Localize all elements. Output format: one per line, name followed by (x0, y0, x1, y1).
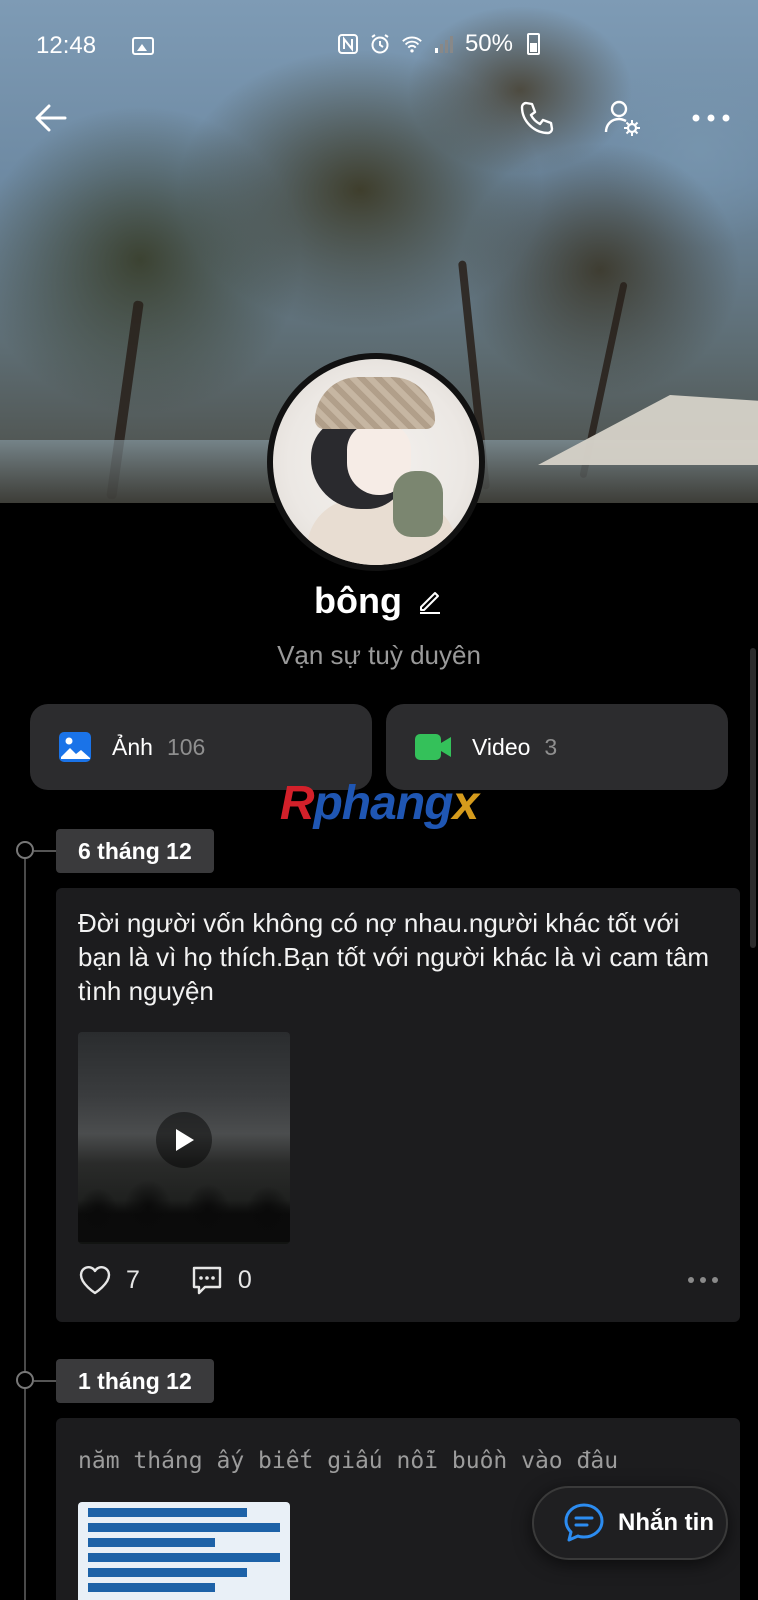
post-image-thumbnail[interactable] (78, 1502, 290, 1600)
comment-icon (192, 1266, 222, 1295)
message-button-label: Nhắn tin (618, 1509, 714, 1536)
back-button[interactable] (26, 93, 76, 143)
more-options-button[interactable] (686, 93, 736, 143)
timeline-dot (16, 1371, 34, 1389)
doc-text-line (88, 1568, 247, 1577)
post-card[interactable]: Đời người vốn không có nợ nhau.người khá… (56, 888, 740, 1322)
phone-icon (520, 101, 554, 135)
photos-label: Ảnh (112, 733, 153, 760)
wifi-icon (402, 36, 422, 53)
photos-card[interactable]: Ảnh 106 (30, 704, 372, 790)
post-actions: 7 0 (78, 1264, 718, 1296)
battery-percent: 50% (464, 30, 513, 57)
play-button[interactable] (156, 1112, 212, 1168)
doc-text-line (88, 1553, 280, 1562)
profile-name: bông (314, 580, 402, 621)
chat-bubble-icon (564, 1503, 604, 1542)
cover-umbrella (538, 395, 758, 465)
gallery-notification-icon (132, 37, 154, 55)
post-video-thumbnail[interactable] (78, 1032, 290, 1244)
profile-settings-button[interactable] (598, 93, 648, 143)
videos-count: 3 (544, 733, 558, 760)
message-button[interactable]: Nhắn tin (532, 1486, 728, 1560)
post-more-icon[interactable] (688, 1277, 718, 1283)
doc-text-line (88, 1538, 216, 1547)
status-icons: 50% (337, 30, 540, 58)
comment-count: 0 (237, 1265, 252, 1294)
profile-name-row: bông (0, 580, 758, 622)
back-arrow-icon (35, 104, 67, 132)
post-date-badge: 6 tháng 12 (56, 829, 214, 873)
edit-pencil-icon[interactable] (416, 587, 444, 615)
signal-icon (434, 36, 453, 53)
profile-bio: Vạn sự tuỳ duyên (277, 640, 481, 670)
avatar-illustration-cat (393, 471, 443, 537)
comment-button[interactable]: 0 (190, 1264, 252, 1296)
status-time: 12:48 (36, 32, 97, 59)
timeline-connector (34, 850, 56, 852)
avatar-image (273, 359, 479, 565)
like-count: 7 (126, 1265, 140, 1294)
battery-icon (527, 33, 540, 55)
profile-action-bar (0, 95, 758, 145)
call-button[interactable] (512, 93, 562, 143)
photos-count: 106 (166, 733, 206, 760)
scrollbar[interactable] (750, 648, 756, 948)
timeline-line (24, 850, 26, 1600)
user-settings-icon (604, 100, 640, 136)
avatar-illustration-hat (315, 377, 435, 429)
doc-text-line (88, 1583, 216, 1592)
videos-label: Video (472, 733, 531, 760)
videos-card[interactable]: Video 3 (386, 704, 728, 790)
doc-text-line (88, 1508, 247, 1517)
post-date-badge: 1 tháng 12 (56, 1359, 214, 1403)
photo-icon (59, 732, 91, 762)
nfc-icon (337, 34, 358, 54)
alarm-icon (371, 34, 389, 54)
doc-text-line (88, 1523, 280, 1532)
like-button[interactable]: 7 (78, 1264, 140, 1296)
profile-avatar[interactable] (267, 353, 485, 571)
timeline-connector (34, 1380, 56, 1382)
play-icon (176, 1129, 194, 1151)
post-text: Đời người vốn không có nợ nhau.người khá… (78, 908, 710, 1006)
timeline-dot (16, 841, 34, 859)
video-camera-icon (415, 734, 451, 760)
more-horizontal-icon (692, 114, 730, 122)
post-text: năm tháng ấy biết giấu nỗi buồn vào đâu (78, 1448, 619, 1474)
heart-icon (79, 1266, 111, 1295)
